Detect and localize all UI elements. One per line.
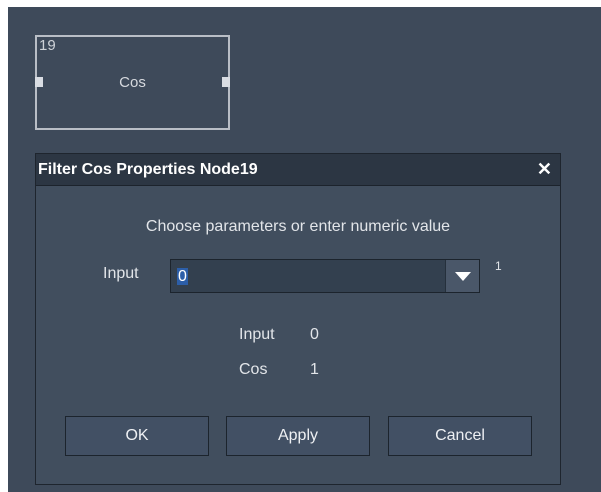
dropdown-button[interactable] — [445, 260, 479, 292]
value-name-input: Input — [239, 326, 275, 343]
value-name-cos: Cos — [239, 361, 268, 378]
value-input: 0 — [310, 326, 319, 343]
input-combobox[interactable]: 0 — [170, 259, 480, 293]
instruction-text: Choose parameters or enter numeric value — [145, 218, 451, 235]
node-label: Cos — [119, 74, 146, 91]
superscript-1: 1 — [495, 259, 502, 273]
node-input-pin[interactable] — [35, 77, 43, 87]
cancel-button[interactable]: Cancel — [388, 416, 532, 456]
dialog-titlebar[interactable]: Filter Cos Properties Node19 ✕ — [36, 154, 560, 186]
editor-canvas[interactable]: 19 Cos Filter Cos Properties Node19 ✕ Ch… — [8, 7, 601, 492]
input-label: Input — [103, 265, 139, 282]
ok-button[interactable]: OK — [65, 416, 209, 456]
value-cos: 1 — [310, 361, 319, 378]
input-value[interactable]: 0 — [177, 268, 188, 285]
apply-button[interactable]: Apply — [226, 416, 370, 456]
node-output-pin[interactable] — [222, 77, 230, 87]
node-id: 19 — [39, 37, 56, 54]
chevron-down-icon — [455, 272, 471, 281]
properties-dialog: Filter Cos Properties Node19 ✕ Choose pa… — [35, 153, 561, 485]
close-icon[interactable]: ✕ — [537, 159, 552, 180]
cos-node[interactable]: 19 Cos — [35, 35, 230, 130]
dialog-title: Filter Cos Properties Node19 — [38, 161, 258, 178]
